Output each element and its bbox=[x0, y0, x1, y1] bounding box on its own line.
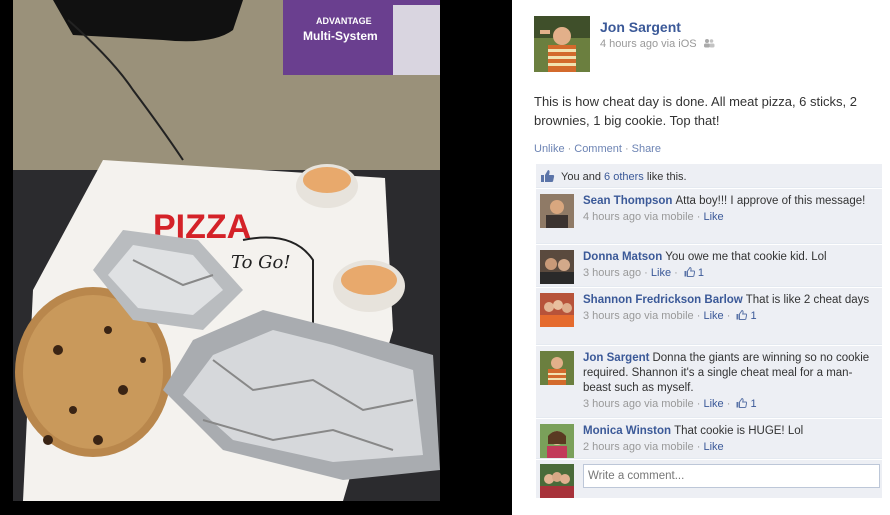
comment-meta: 2 hours ago via mobile · Like bbox=[583, 441, 724, 453]
share-link[interactable]: Share bbox=[632, 143, 661, 155]
comment-like-link[interactable]: Like bbox=[703, 211, 723, 223]
post-meta: 4 hours ago via iOS bbox=[600, 38, 715, 50]
action-separator: · bbox=[624, 143, 629, 155]
likes-prefix: You and bbox=[561, 171, 601, 183]
box-brand-top: ADVANTAGE bbox=[316, 16, 372, 26]
comment-like-link[interactable]: Like bbox=[703, 398, 723, 410]
unlike-link[interactable]: Unlike bbox=[534, 143, 565, 155]
comment-time[interactable]: 2 hours ago via mobile bbox=[583, 441, 694, 453]
comment-time[interactable]: 4 hours ago via mobile bbox=[583, 211, 694, 223]
comment-author[interactable]: Donna Matson bbox=[583, 251, 662, 263]
comment-author[interactable]: Shannon Fredrickson Barlow bbox=[583, 294, 743, 306]
box-brand-main: Multi-System bbox=[303, 29, 378, 43]
comment-like-count[interactable]: 1 bbox=[751, 310, 757, 322]
like-count-icon bbox=[736, 309, 748, 320]
comment-like-link[interactable]: Like bbox=[651, 267, 671, 279]
comment-input[interactable] bbox=[583, 464, 880, 488]
comment-like-link[interactable]: Like bbox=[703, 310, 723, 322]
thumbs-up-icon bbox=[540, 169, 555, 183]
comment-item: Shannon Fredrickson Barlow That is like 2… bbox=[536, 288, 882, 345]
comment-author[interactable]: Sean Thompson bbox=[583, 195, 672, 207]
comment-time[interactable]: 3 hours ago via mobile bbox=[583, 310, 694, 322]
viewer-avatar bbox=[540, 464, 574, 498]
comment-item: Sean Thompson Atta boy!!! I approve of th… bbox=[536, 189, 882, 244]
author-avatar[interactable] bbox=[534, 16, 590, 72]
pizza-box-script: To Go! bbox=[231, 252, 291, 273]
likes-suffix: like this. bbox=[646, 171, 687, 183]
post-side-panel: Jon Sargent 4 hours ago via iOS This is … bbox=[512, 0, 890, 515]
author-name[interactable]: Jon Sargent bbox=[600, 19, 681, 35]
write-comment-row bbox=[536, 460, 882, 498]
photo-viewer: ADVANTAGE Multi-System PIZZA To Go! bbox=[0, 0, 512, 515]
comment-author[interactable]: Jon Sargent bbox=[583, 352, 649, 364]
comment-meta: 4 hours ago via mobile · Like bbox=[583, 211, 724, 223]
comment-text: That cookie is HUGE! Lol bbox=[674, 425, 804, 437]
post-actions: Unlike · Comment · Share bbox=[534, 143, 661, 155]
commenter-avatar[interactable] bbox=[540, 293, 574, 327]
comment-item: Monica Winston That cookie is HUGE! Lol 2… bbox=[536, 419, 882, 459]
comment-time[interactable]: 3 hours ago bbox=[583, 267, 641, 279]
comment-like-link[interactable]: Like bbox=[703, 441, 723, 453]
comment-like-count[interactable]: 1 bbox=[698, 267, 704, 279]
commenter-avatar[interactable] bbox=[540, 351, 574, 385]
commenter-avatar[interactable] bbox=[540, 424, 574, 458]
comment-meta: 3 hours ago via mobile · Like · 1 bbox=[583, 397, 757, 410]
post-photo[interactable]: ADVANTAGE Multi-System PIZZA To Go! bbox=[13, 0, 440, 501]
comment-meta: 3 hours ago · Like · 1 bbox=[583, 266, 705, 279]
post-text: This is how cheat day is done. All meat … bbox=[534, 94, 857, 128]
comments-section: You and 6 others like this. Sean Thompso… bbox=[536, 164, 882, 498]
comment-like-count[interactable]: 1 bbox=[751, 398, 757, 410]
likes-summary: You and 6 others like this. bbox=[536, 164, 882, 188]
comment-time[interactable]: 3 hours ago via mobile bbox=[583, 398, 694, 410]
food-photo-illustration: ADVANTAGE Multi-System PIZZA To Go! bbox=[13, 0, 440, 501]
likes-others-link[interactable]: 6 others bbox=[604, 171, 644, 183]
comment-text: Atta boy!!! I approve of this message! bbox=[675, 195, 866, 207]
comment-link[interactable]: Comment bbox=[574, 143, 622, 155]
action-separator: · bbox=[567, 143, 572, 155]
comment-author[interactable]: Monica Winston bbox=[583, 425, 671, 437]
comment-item: Donna Matson You owe me that cookie kid. … bbox=[536, 245, 882, 287]
comment-text: That is like 2 cheat days bbox=[745, 294, 870, 306]
comment-item: Jon Sargent Donna the giants are winning … bbox=[536, 346, 882, 418]
commenter-avatar[interactable] bbox=[540, 194, 574, 228]
comment-text: You owe me that cookie kid. Lol bbox=[665, 251, 827, 263]
post-timestamp[interactable]: 4 hours ago via iOS bbox=[600, 38, 697, 50]
like-count-icon bbox=[736, 397, 748, 408]
commenter-avatar[interactable] bbox=[540, 250, 574, 284]
comment-meta: 3 hours ago via mobile · Like · 1 bbox=[583, 309, 757, 322]
friends-icon[interactable] bbox=[703, 38, 715, 48]
like-count-icon bbox=[684, 266, 695, 277]
